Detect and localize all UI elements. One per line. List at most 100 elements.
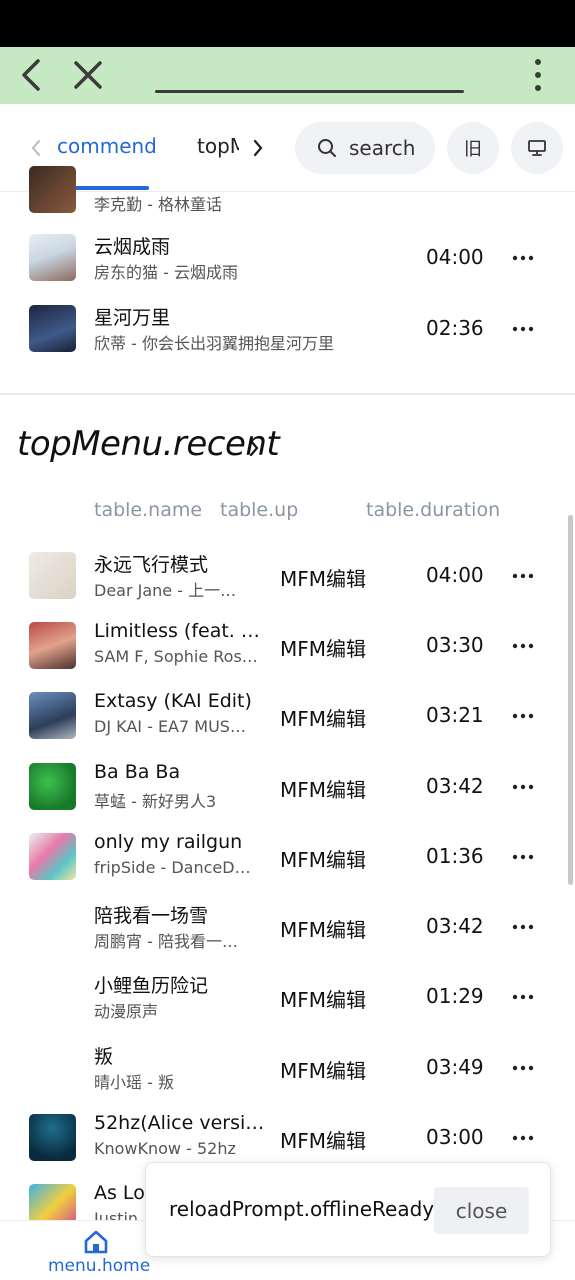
song-title: Extasy (KAI Edit) — [94, 690, 252, 712]
table-row[interactable]: 叛 晴小瑶 - 叛 MFM编辑 03:49 — [0, 1044, 575, 1114]
album-cover — [29, 1114, 76, 1161]
more-horizontal-icon[interactable] — [512, 1134, 534, 1142]
song-title: 云烟成雨 — [94, 236, 171, 258]
song-title: Ba Ba Ba — [94, 761, 181, 783]
more-horizontal-icon[interactable] — [512, 923, 534, 931]
song-title: 52hz(Alice versi… — [94, 1112, 265, 1134]
table-row[interactable]: only my railgun fripSide - DanceD… MFM编辑… — [0, 831, 575, 903]
bottom-nav-home-label[interactable]: menu.home — [48, 1256, 150, 1276]
album-cover — [29, 692, 76, 739]
more-horizontal-icon[interactable] — [512, 993, 534, 1001]
song-artist: 晴小瑶 - 叛 — [94, 1073, 174, 1092]
toast-close-button[interactable]: close — [434, 1187, 529, 1234]
song-duration: 03:42 — [426, 914, 484, 938]
column-header-duration: table.duration — [366, 499, 501, 521]
more-horizontal-icon[interactable] — [512, 783, 534, 791]
song-title: only my railgun — [94, 831, 243, 853]
song-artist: SAM F, Sophie Ros… — [94, 647, 258, 666]
album-cover — [29, 552, 76, 599]
song-duration: 02:36 — [426, 316, 484, 340]
album-cover — [29, 305, 76, 352]
list-item[interactable]: 李克勤 - 格林童话 — [0, 166, 575, 236]
search-icon — [318, 139, 336, 157]
column-header-up: table.up — [220, 499, 299, 521]
song-uploader: MFM编辑 — [280, 707, 367, 731]
song-title: 永远飞行模式 — [94, 554, 209, 576]
chevron-right-icon[interactable] — [250, 136, 266, 160]
tab-recommend[interactable]: commend — [57, 134, 157, 158]
song-artist: Dear Jane - 上一… — [94, 581, 237, 600]
song-duration: 01:36 — [426, 844, 484, 868]
song-uploader: MFM编辑 — [280, 988, 367, 1012]
status-bar — [0, 0, 575, 47]
song-artist: 草蜢 - 新好男人3 — [94, 792, 217, 811]
more-horizontal-icon[interactable] — [512, 712, 534, 720]
song-title: 星河万里 — [94, 307, 171, 329]
song-artist: 周鹏宵 - 陪我看一… — [94, 932, 238, 951]
song-title: 陪我看一场雪 — [94, 905, 209, 927]
song-uploader: MFM编辑 — [280, 848, 367, 872]
table-row[interactable]: Limitless (feat. … SAM F, Sophie Ros… MF… — [0, 620, 575, 692]
column-header-name: table.name — [94, 499, 203, 521]
section-divider — [0, 393, 575, 395]
song-duration: 03:30 — [426, 633, 484, 657]
song-artist: KnowKnow - 52hz — [94, 1139, 236, 1158]
song-uploader: MFM编辑 — [280, 1059, 367, 1083]
monitor-icon — [528, 140, 546, 156]
song-artist: 欣蒂 - 你会长出羽翼拥抱星河万里 — [94, 334, 334, 353]
more-horizontal-icon[interactable] — [512, 325, 534, 333]
song-duration: 04:00 — [426, 245, 484, 269]
album-cover — [29, 833, 76, 880]
more-horizontal-icon[interactable] — [512, 572, 534, 580]
more-horizontal-icon[interactable] — [512, 1064, 534, 1072]
song-title: Limitless (feat. … — [94, 620, 260, 642]
toast-message: reloadPrompt.offlineReady — [169, 1197, 435, 1221]
song-uploader: MFM编辑 — [280, 778, 367, 802]
list-item[interactable]: 云烟成雨 房东的猫 - 云烟成雨 04:00 — [0, 234, 575, 304]
song-artist: 动漫原声 — [94, 1002, 159, 1021]
chevron-right-icon[interactable] — [246, 436, 262, 460]
list-item[interactable]: 星河万里 欣蒂 - 你会长出羽翼拥抱星河万里 02:36 — [0, 305, 575, 375]
table-row[interactable]: 永远飞行模式 Dear Jane - 上一… MFM编辑 04:00 — [0, 552, 575, 622]
song-uploader: MFM编辑 — [280, 637, 367, 661]
song-duration: 03:42 — [426, 774, 484, 798]
old-version-label: 旧 — [464, 139, 482, 160]
close-icon[interactable] — [72, 59, 104, 91]
tab-top-menu[interactable]: topMenu — [197, 134, 239, 158]
browser-toolbar — [0, 47, 575, 104]
song-duration: 03:21 — [426, 703, 484, 727]
chevron-left-icon[interactable] — [28, 136, 44, 160]
song-duration: 03:49 — [426, 1055, 484, 1079]
album-cover — [29, 166, 76, 213]
song-title: 小鲤鱼历险记 — [94, 975, 209, 997]
song-artist: DJ KAI - EA7 MUS… — [94, 717, 246, 736]
more-horizontal-icon[interactable] — [512, 642, 534, 650]
chevron-left-icon[interactable] — [16, 57, 46, 93]
song-duration: 03:00 — [426, 1125, 484, 1149]
table-row[interactable]: Extasy (KAI Edit) DJ KAI - EA7 MUS… MFM编… — [0, 690, 575, 762]
table-row[interactable]: 小鲤鱼历险记 动漫原声 MFM编辑 01:29 — [0, 973, 575, 1043]
album-cover — [29, 622, 76, 669]
song-uploader: MFM编辑 — [280, 918, 367, 942]
album-cover — [29, 763, 76, 810]
song-artist: 李克勤 - 格林童话 — [94, 195, 222, 214]
search-label: search — [349, 136, 416, 160]
offline-ready-toast: reloadPrompt.offlineReady close — [145, 1162, 551, 1257]
home-icon[interactable] — [82, 1229, 110, 1255]
section-title[interactable]: topMenu.recent — [17, 424, 280, 464]
song-artist: 房东的猫 - 云烟成雨 — [94, 263, 238, 282]
more-vertical-icon[interactable] — [528, 57, 548, 93]
song-artist: fripSide - DanceD… — [94, 858, 251, 877]
song-uploader: MFM编辑 — [280, 1129, 367, 1153]
more-horizontal-icon[interactable] — [512, 853, 534, 861]
table-row[interactable]: Ba Ba Ba 草蜢 - 新好男人3 MFM编辑 03:42 — [0, 761, 575, 833]
song-uploader: MFM编辑 — [280, 567, 367, 591]
url-bar[interactable] — [155, 90, 464, 93]
scrollbar[interactable] — [568, 515, 573, 885]
song-duration: 01:29 — [426, 984, 484, 1008]
more-horizontal-icon[interactable] — [512, 254, 534, 262]
song-title: 叛 — [94, 1046, 114, 1068]
album-cover — [29, 234, 76, 281]
table-row[interactable]: 陪我看一场雪 周鹏宵 - 陪我看一… MFM编辑 03:42 — [0, 903, 575, 973]
song-title: As Lo — [94, 1182, 145, 1204]
